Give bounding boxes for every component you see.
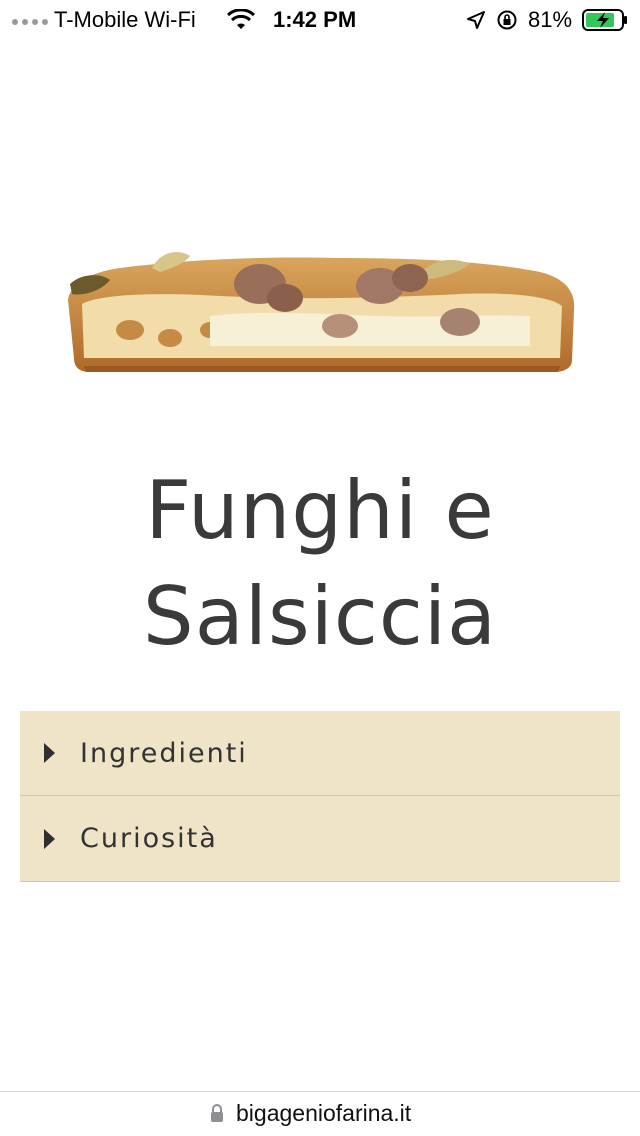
status-bar: T-Mobile Wi-Fi 1:42 PM 81% bbox=[0, 0, 640, 40]
accordion-label: Curiosità bbox=[80, 823, 218, 854]
battery-percentage: 81% bbox=[528, 7, 573, 32]
carrier-name: T-Mobile Wi-Fi bbox=[54, 7, 196, 32]
signal-dots-icon bbox=[12, 19, 48, 25]
caret-right-icon bbox=[44, 743, 55, 763]
browser-url-bar[interactable]: bigageniofarina.it bbox=[0, 1091, 640, 1136]
location-arrow-icon bbox=[467, 11, 485, 29]
accordion-label: Ingredienti bbox=[80, 737, 248, 769]
battery-charging-icon bbox=[582, 9, 627, 31]
lock-icon bbox=[211, 1104, 223, 1122]
url-text[interactable]: bigageniofarina.it bbox=[236, 1100, 411, 1127]
caret-right-icon bbox=[44, 828, 55, 849]
pizza-slice-image bbox=[68, 252, 575, 372]
product-title: Funghi e Salsiccia bbox=[142, 464, 498, 663]
accordion-item-ingredienti[interactable]: Ingredienti bbox=[20, 711, 620, 796]
orientation-lock-icon bbox=[497, 10, 517, 30]
info-accordion: Ingredienti Curiosità bbox=[20, 711, 620, 882]
wifi-icon bbox=[226, 9, 256, 29]
clock: 1:42 PM bbox=[273, 7, 357, 32]
accordion-item-curiosita[interactable]: Curiosità bbox=[20, 796, 620, 882]
